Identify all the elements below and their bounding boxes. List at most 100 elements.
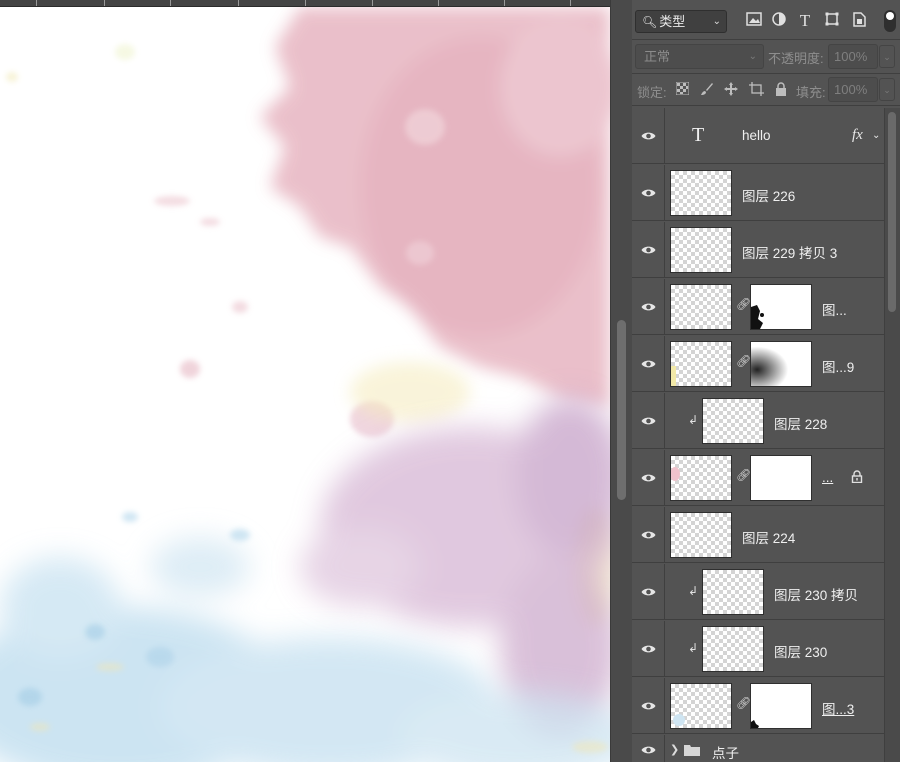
lock-pixels-icon[interactable]	[674, 81, 690, 98]
document-canvas[interactable]	[0, 0, 610, 762]
layer-thumbnail[interactable]	[670, 341, 732, 387]
eye-icon[interactable]	[641, 245, 656, 255]
visibility-toggle[interactable]	[632, 507, 665, 562]
layer-row[interactable]: 图层 224	[632, 507, 884, 563]
smart-object-filter-icon[interactable]	[850, 12, 868, 30]
eye-icon[interactable]	[641, 587, 656, 597]
layer-thumbnail[interactable]	[702, 569, 764, 615]
filter-toggle-switch[interactable]	[884, 10, 896, 32]
layer-thumbnail[interactable]	[670, 455, 732, 501]
layer-thumbnail[interactable]	[702, 398, 764, 444]
layer-row[interactable]: 🔗︎ 图...3	[632, 678, 884, 734]
chevron-down-icon[interactable]: ⌄	[879, 78, 895, 101]
eye-icon[interactable]	[641, 359, 656, 369]
layer-row[interactable]: 图层 226	[632, 165, 884, 221]
canvas-scroll-thumb[interactable]	[617, 320, 626, 500]
text-layer-icon: T	[692, 124, 705, 146]
adjustment-filter-icon[interactable]	[770, 12, 788, 30]
fill-field[interactable]: 100% ⌄	[828, 77, 895, 102]
eye-icon[interactable]	[641, 416, 656, 426]
visibility-toggle[interactable]	[632, 336, 665, 391]
lock-position-icon[interactable]	[723, 82, 739, 98]
clipping-mask-arrow-icon: ↲	[688, 641, 699, 655]
opacity-label: 不透明度:	[768, 51, 824, 66]
type-filter-icon[interactable]: T	[796, 12, 814, 30]
effects-badge[interactable]: fx	[852, 127, 863, 144]
eye-icon[interactable]	[641, 530, 656, 540]
layer-mask-thumbnail[interactable]	[750, 455, 812, 501]
layer-name[interactable]: 图...	[822, 299, 847, 319]
canvas-vertical-scrollbar[interactable]	[610, 0, 632, 762]
fill-value: 100%	[834, 82, 868, 97]
layer-group-row[interactable]: ❯ 点子	[632, 735, 884, 762]
layer-row[interactable]: ↲ 图层 230	[632, 621, 884, 677]
layers-scroll-thumb[interactable]	[888, 112, 896, 312]
chevron-down-icon[interactable]: ⌄	[879, 45, 895, 68]
layer-name[interactable]: 图层 229 拷贝 3	[742, 242, 837, 262]
visibility-toggle[interactable]	[632, 450, 665, 505]
layer-name[interactable]: ...	[822, 470, 833, 485]
visibility-toggle[interactable]	[632, 735, 665, 762]
visibility-toggle[interactable]	[632, 108, 665, 163]
layer-thumbnail[interactable]	[670, 170, 732, 216]
layer-name[interactable]: 图...3	[822, 698, 854, 718]
eye-icon[interactable]	[641, 644, 656, 654]
visibility-toggle[interactable]	[632, 222, 665, 277]
eye-icon[interactable]	[641, 131, 656, 141]
visibility-toggle[interactable]	[632, 678, 665, 733]
blend-mode-select[interactable]: 正常 ⌄	[635, 44, 764, 69]
layer-name[interactable]: 图层 230	[774, 641, 827, 661]
layer-name[interactable]: hello	[742, 128, 771, 143]
link-chain-icon[interactable]: 🔗︎	[736, 354, 751, 372]
layer-thumbnail[interactable]	[702, 626, 764, 672]
fill-label: 填充:	[796, 85, 826, 100]
visibility-toggle[interactable]	[632, 279, 665, 334]
layer-row[interactable]: ↲ 图层 230 拷贝	[632, 564, 884, 620]
layer-name[interactable]: 点子	[712, 742, 739, 762]
eye-icon[interactable]	[641, 302, 656, 312]
eye-icon[interactable]	[641, 701, 656, 711]
layer-name[interactable]: 图层 224	[742, 527, 795, 547]
lock-artboard-icon[interactable]	[748, 82, 764, 98]
layer-row[interactable]: 图层 229 拷贝 3	[632, 222, 884, 278]
layer-row[interactable]: 🔗︎ ...	[632, 450, 884, 506]
clipping-mask-arrow-icon: ↲	[688, 584, 699, 598]
image-filter-icon[interactable]	[745, 12, 763, 30]
filter-kind-label: 类型	[659, 14, 686, 29]
filter-kind-select[interactable]: 🔍︎ 类型 ⌄	[635, 10, 727, 33]
shape-filter-icon[interactable]	[823, 12, 841, 30]
layer-thumbnail[interactable]	[670, 284, 732, 330]
layer-filter-bar: 🔍︎ 类型 ⌄ T	[632, 0, 900, 40]
layer-name[interactable]: 图层 230 拷贝	[774, 584, 858, 604]
layer-row[interactable]: T hello fx ⌄	[632, 108, 884, 164]
chevron-down-icon[interactable]: ⌄	[872, 130, 880, 141]
lock-image-icon[interactable]	[699, 82, 715, 98]
layers-scrollbar[interactable]	[884, 108, 900, 762]
link-chain-icon[interactable]: 🔗︎	[736, 468, 751, 486]
layer-mask-thumbnail[interactable]	[750, 284, 812, 330]
eye-icon[interactable]	[641, 188, 656, 198]
layer-name[interactable]: 图...9	[822, 356, 854, 376]
eye-icon[interactable]	[641, 745, 656, 755]
layer-mask-thumbnail[interactable]	[750, 341, 812, 387]
visibility-toggle[interactable]	[632, 564, 665, 619]
opacity-field[interactable]: 100% ⌄	[828, 44, 895, 69]
folder-icon	[684, 745, 700, 756]
visibility-toggle[interactable]	[632, 621, 665, 676]
layer-row[interactable]: 🔗︎ 图...9	[632, 336, 884, 392]
layer-thumbnail[interactable]	[670, 227, 732, 273]
layer-mask-thumbnail[interactable]	[750, 683, 812, 729]
layer-thumbnail[interactable]	[670, 683, 732, 729]
eye-icon[interactable]	[641, 473, 656, 483]
layer-row[interactable]: 🔗︎ 图...	[632, 279, 884, 335]
layer-name[interactable]: 图层 226	[742, 185, 795, 205]
link-chain-icon[interactable]: 🔗︎	[736, 696, 751, 714]
visibility-toggle[interactable]	[632, 393, 665, 448]
chevron-right-icon[interactable]: ❯	[670, 743, 679, 756]
lock-all-icon[interactable]	[773, 82, 789, 98]
visibility-toggle[interactable]	[632, 165, 665, 220]
layer-name[interactable]: 图层 228	[774, 413, 827, 433]
layer-thumbnail[interactable]	[670, 512, 732, 558]
layer-row[interactable]: ↲ 图层 228	[632, 393, 884, 449]
link-chain-icon[interactable]: 🔗︎	[736, 297, 751, 315]
